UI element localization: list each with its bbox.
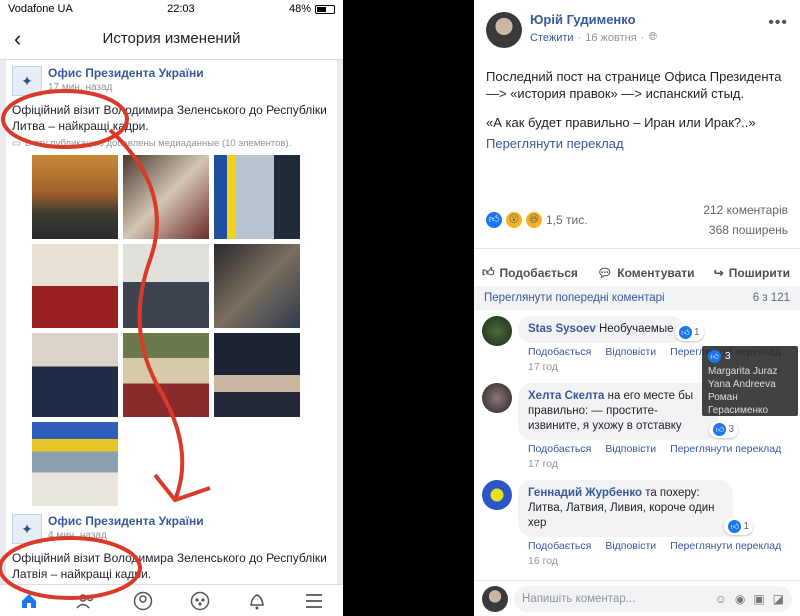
thumbs-up-icon: 👍︎	[713, 423, 727, 436]
commenter-name[interactable]: Хелта Скелта	[528, 390, 604, 402]
action-bar: 👍︎ Подобається 💬︎ Коментувати ↪ Поширити	[474, 248, 800, 282]
meta-separator: ·	[577, 31, 582, 44]
comment-likes-count: 3	[728, 424, 734, 435]
comment-translate-link[interactable]: Переглянути переклад	[670, 540, 781, 552]
post-text-2: «А как будет правильно – Иран или Ирак?.…	[486, 115, 756, 130]
likes-tooltip: 👍︎ 3 Margarita Juraz Yana Andreeva Роман …	[702, 346, 798, 416]
red-arrow-line	[108, 128, 185, 501]
comment-reply-link[interactable]: Відповісти	[605, 540, 656, 552]
globe-icon: 🌐︎	[648, 31, 658, 43]
comment-text: Необучаемые	[598, 323, 674, 335]
comment-likes[interactable]: 👍︎ 1	[674, 324, 704, 341]
comment-item: Геннадий Журбенко та похеру: Литва, Латв…	[474, 470, 800, 567]
wow-reaction-icon: 😮︎	[506, 212, 522, 228]
camera-icon[interactable]: ◉	[735, 592, 745, 606]
sticker-icon[interactable]: ◪	[773, 592, 784, 606]
comment-label: Коментувати	[617, 265, 695, 280]
share-icon: ↪	[713, 265, 724, 280]
comment-icon: 💬︎	[597, 265, 613, 280]
gif-icon[interactable]: ▣	[753, 592, 764, 606]
see-translation-link[interactable]: Переглянути переклад	[486, 135, 788, 152]
comment-time: 17 год	[528, 361, 558, 373]
comment-reply-link[interactable]: Відповісти	[605, 443, 656, 455]
commenter-avatar[interactable]	[482, 316, 512, 346]
comment-time: 17 год	[528, 458, 558, 470]
tooltip-count: 3	[725, 351, 731, 362]
post-stats: 212 коментарів 368 поширень	[703, 200, 788, 240]
commenter-name[interactable]: Stas Sysoev	[528, 323, 596, 335]
share-label: Поширити	[728, 265, 790, 280]
comment-button[interactable]: 💬︎ Коментувати	[597, 263, 695, 282]
red-circle-bottom	[0, 536, 142, 600]
previous-comments-row: Переглянути попередні коментарі 6 з 121	[474, 286, 800, 310]
more-options-icon[interactable]: •••	[768, 14, 788, 32]
like-reaction-icon: 👍︎	[486, 212, 502, 228]
red-annotation-overlay	[0, 89, 211, 600]
comment-like-link[interactable]: Подобається	[528, 540, 591, 552]
comment-likes[interactable]: 👍︎ 1	[724, 518, 753, 535]
thumbs-up-icon: 👍︎	[708, 350, 721, 363]
reactions-count: 1,5 тис.	[546, 213, 588, 227]
reactions-summary[interactable]: 👍︎ 😮︎ 😆︎ 1,5 тис.	[486, 200, 588, 240]
comment-time-row: 16 год	[518, 552, 790, 567]
tooltip-name: Margarita Juraz	[708, 366, 778, 377]
comment-reply-link[interactable]: Відповісти	[605, 346, 656, 358]
commenter-avatar[interactable]	[482, 480, 512, 510]
comment-input[interactable]: Напишіть коментар... ☺ ◉ ▣ ◪	[514, 585, 792, 612]
comments-position: 6 з 121	[752, 292, 790, 304]
comment-bubble: Геннадий Журбенко та похеру: Литва, Латв…	[518, 480, 753, 537]
comment-like-link[interactable]: Подобається	[528, 346, 591, 358]
comment-time: 16 год	[528, 555, 558, 567]
comment-likes[interactable]: 👍︎ 3	[709, 421, 738, 438]
composer-icons: ☺ ◉ ▣ ◪	[715, 592, 784, 606]
follow-link[interactable]: Стежити	[530, 32, 574, 44]
like-button[interactable]: 👍︎ Подобається	[482, 263, 578, 282]
post-body: Последний пост на странице Офиса Президе…	[474, 48, 800, 152]
comment-actions: Подобається Відповісти Переглянути перек…	[518, 440, 790, 455]
commenter-avatar[interactable]	[482, 383, 512, 413]
tooltip-name: Yana Andreeva	[708, 379, 776, 390]
thumbs-up-icon: 👍︎	[728, 520, 742, 533]
comment-bubble: Хелта Скелта на его месте бы правильно: …	[518, 383, 738, 440]
meta-separator: ·	[640, 31, 645, 44]
post-date: 16 жовтня	[585, 31, 637, 44]
my-avatar	[482, 585, 508, 612]
share-button[interactable]: ↪ Поширити	[714, 263, 790, 282]
comments-count[interactable]: 212 коментарів	[703, 200, 788, 220]
like-label: Подобається	[499, 265, 578, 280]
comment-like-link[interactable]: Подобається	[528, 443, 591, 455]
emoji-icon[interactable]: ☺	[715, 592, 727, 606]
author-name[interactable]: Юрій Гудименко	[530, 12, 657, 27]
post-header: Юрій Гудименко Стежити · 16 жовтня · 🌐︎	[474, 0, 800, 48]
red-circle-top	[1, 89, 129, 149]
comment-bubble: Stas Sysoev Необучаемые 👍︎ 1	[518, 316, 704, 343]
comment-time-row: 17 год	[518, 455, 790, 470]
tooltip-name: Роман Герасименко	[708, 392, 769, 416]
post-text-1: Последний пост на странице Офиса Президе…	[486, 69, 782, 101]
comment-actions: Подобається Відповісти Переглянути перек…	[518, 537, 790, 552]
thumbs-up-icon: 👍︎	[482, 265, 495, 279]
comment-likes-count: 1	[693, 327, 700, 338]
haha-reaction-icon: 😆︎	[526, 212, 542, 228]
view-previous-comments-link[interactable]: Переглянути попередні коментарі	[484, 292, 665, 304]
thumbs-up-icon: 👍︎	[678, 326, 692, 339]
right-screenshot: Юрій Гудименко Стежити · 16 жовтня · 🌐︎ …	[474, 0, 800, 616]
reactions-row: 👍︎ 😮︎ 😆︎ 1,5 тис. 212 коментарів 368 пош…	[474, 164, 800, 240]
comment-placeholder: Напишіть коментар...	[522, 592, 636, 605]
comment-composer: Напишіть коментар... ☺ ◉ ▣ ◪	[474, 580, 800, 616]
comment-translate-link[interactable]: Переглянути переклад	[670, 443, 781, 455]
author-avatar[interactable]	[486, 12, 522, 48]
comment-likes-count: 1	[743, 521, 749, 532]
post-meta: Стежити · 16 жовтня · 🌐︎	[530, 31, 657, 44]
commenter-name[interactable]: Геннадий Журбенко	[528, 487, 642, 499]
shares-count[interactable]: 368 поширень	[703, 220, 788, 240]
left-screenshot: Vodafone UA 22:03 48% ‹ История изменени…	[0, 0, 343, 616]
